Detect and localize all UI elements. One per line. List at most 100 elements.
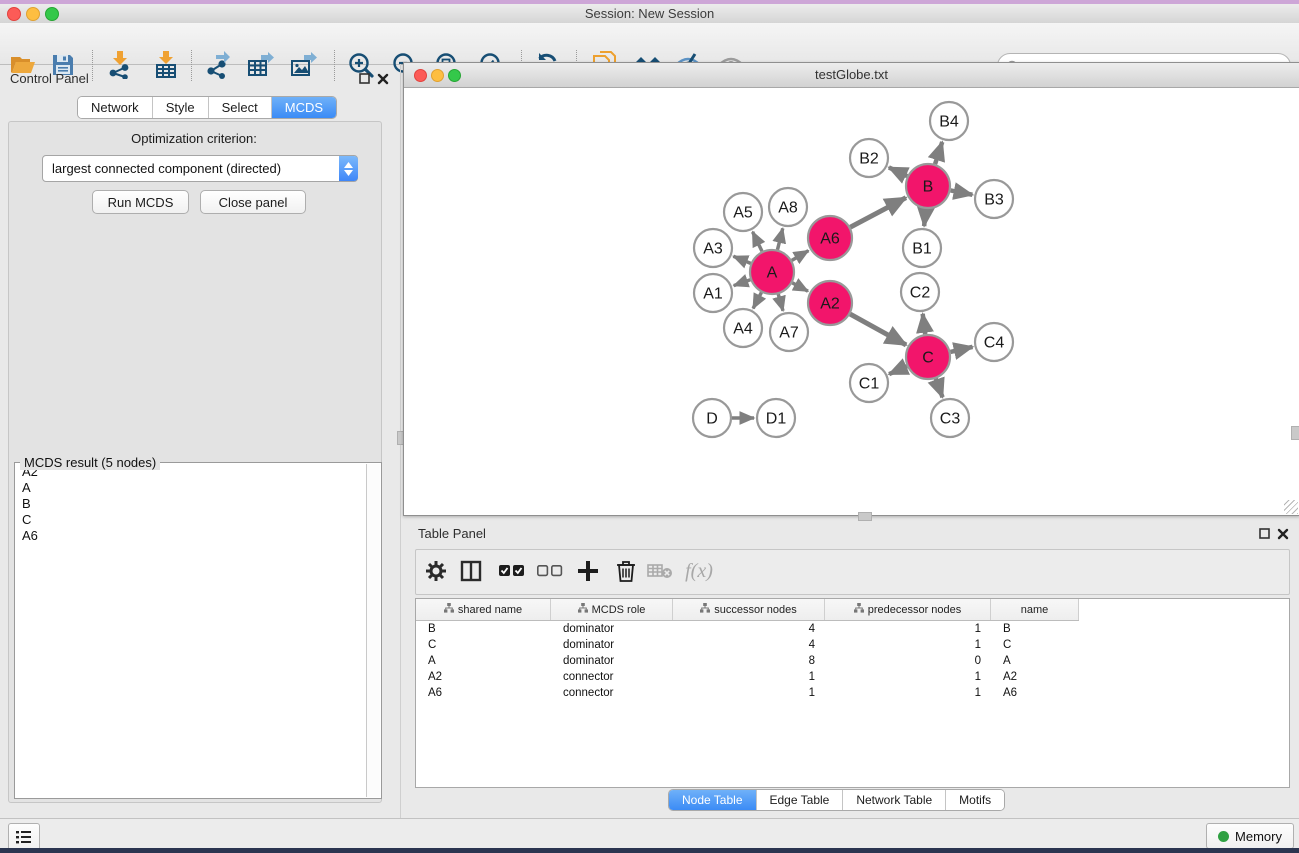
tab-motifs[interactable]: Motifs <box>945 790 1004 810</box>
add-column-icon[interactable] <box>573 556 603 586</box>
toolbar-separator <box>191 50 192 81</box>
edge-B-B1[interactable] <box>924 209 926 226</box>
tab-edge-table[interactable]: Edge Table <box>756 790 843 810</box>
window-resize-grip[interactable] <box>1284 500 1298 514</box>
edge-C-C3[interactable] <box>936 379 943 398</box>
edge-A-A5[interactable] <box>753 232 762 251</box>
task-history-button[interactable] <box>8 823 40 851</box>
tab-network-table[interactable]: Network Table <box>842 790 945 810</box>
edge-A-A7[interactable] <box>778 294 783 311</box>
result-scrollbar[interactable] <box>366 464 380 797</box>
table-row[interactable]: A6connector11A6 <box>416 685 1289 701</box>
tab-network[interactable]: Network <box>78 97 152 118</box>
node-label-B1: B1 <box>912 241 932 258</box>
deselect-all-icon[interactable] <box>535 556 565 586</box>
cell-name: A6 <box>991 687 1079 699</box>
memory-button[interactable]: Memory <box>1206 823 1294 849</box>
delete-table-icon[interactable] <box>645 556 675 586</box>
table-row[interactable]: Bdominator41B <box>416 621 1289 637</box>
table-row[interactable]: Adominator80A <box>416 653 1289 669</box>
node-label-C2: C2 <box>910 285 931 302</box>
export-table-icon[interactable] <box>244 48 278 82</box>
network-graph[interactable]: AA5A8A3A1A4A7A6A2BB4B2B3B1CC2C4C1C3DD1 <box>404 88 1297 514</box>
edge-C-C2[interactable] <box>923 314 926 334</box>
column-header-shared-name[interactable]: shared name <box>416 599 551 620</box>
cell-shared_name: B <box>416 623 551 635</box>
main-toolbar <box>0 23 1299 65</box>
edge-A2-C[interactable] <box>850 314 906 345</box>
node-label-D1: D1 <box>766 411 787 428</box>
network-window-titlebar: testGlobe.txt <box>404 63 1299 88</box>
result-item[interactable]: A <box>16 480 367 496</box>
edge-C-C1[interactable] <box>889 366 907 374</box>
list-icon <box>16 830 32 844</box>
select-all-check-icon[interactable] <box>497 556 527 586</box>
edge-A-A6[interactable] <box>792 251 809 261</box>
node-label-B4: B4 <box>939 114 959 131</box>
network-canvas[interactable]: AA5A8A3A1A4A7A6A2BB4B2B3B1CC2C4C1C3DD1 <box>404 88 1299 515</box>
column-header-MCDS-role[interactable]: MCDS role <box>551 599 673 620</box>
cell-predecessor_nodes: 1 <box>825 623 991 635</box>
run-mcds-button[interactable]: Run MCDS <box>92 190 189 214</box>
close-panel-icon[interactable] <box>377 72 389 84</box>
cell-successor_nodes: 1 <box>673 687 825 699</box>
cell-shared_name: A2 <box>416 671 551 683</box>
edge-B-B2[interactable] <box>889 167 907 176</box>
edge-A-A8[interactable] <box>777 228 782 249</box>
criterion-dropdown[interactable]: largest connected component (directed) <box>42 155 358 182</box>
tab-node-table[interactable]: Node Table <box>669 790 756 810</box>
table-float-panel-icon[interactable] <box>1259 527 1271 539</box>
edge-A-A3[interactable] <box>733 256 750 263</box>
import-table-icon[interactable] <box>149 48 183 82</box>
edge-A-A1[interactable] <box>734 280 751 286</box>
cell-shared_name: A6 <box>416 687 551 699</box>
tab-style[interactable]: Style <box>152 97 208 118</box>
result-item[interactable]: C <box>16 512 367 528</box>
table-close-panel-icon[interactable] <box>1277 527 1289 539</box>
network-view-window: testGlobe.txt AA5A8A3A1A4A7A6A2BB4B2B3B1… <box>403 62 1299 516</box>
table-row[interactable]: A2connector11A2 <box>416 669 1289 685</box>
right-edge-handle[interactable] <box>1291 426 1299 440</box>
cell-predecessor_nodes: 1 <box>825 639 991 651</box>
import-network-icon[interactable] <box>103 48 137 82</box>
node-label-A3: A3 <box>703 241 723 258</box>
node-label-C4: C4 <box>984 335 1005 352</box>
export-image-icon[interactable] <box>287 48 321 82</box>
node-label-C3: C3 <box>940 411 961 428</box>
table-row[interactable]: Cdominator41C <box>416 637 1289 653</box>
node-label-A2: A2 <box>820 296 840 313</box>
horizontal-splitter-handle[interactable] <box>858 512 872 521</box>
table-tabs: Node TableEdge TableNetwork TableMotifs <box>668 789 1005 811</box>
node-label-B2: B2 <box>859 151 879 168</box>
optimization-criterion-label: Optimization criterion: <box>8 131 380 146</box>
edge-A-A4[interactable] <box>753 292 761 308</box>
delete-icon[interactable] <box>611 556 641 586</box>
edge-A-A2[interactable] <box>792 283 808 291</box>
edge-C-C4[interactable] <box>950 347 972 352</box>
column-header-successor-nodes[interactable]: successor nodes <box>673 599 825 620</box>
function-builder-icon[interactable]: f(x) <box>684 556 714 586</box>
shared-column-icon <box>700 603 710 616</box>
column-header-predecessor-nodes[interactable]: predecessor nodes <box>825 599 991 620</box>
tab-mcds[interactable]: MCDS <box>271 97 336 118</box>
float-panel-icon[interactable] <box>359 72 371 84</box>
edge-B-B3[interactable] <box>951 190 973 194</box>
column-layout-icon[interactable] <box>456 556 486 586</box>
export-network-icon[interactable] <box>201 48 235 82</box>
close-panel-button[interactable]: Close panel <box>200 190 306 214</box>
node-label-C: C <box>922 350 934 367</box>
table-rows: Bdominator41BCdominator41CAdominator80AA… <box>416 621 1289 701</box>
status-bar: Memory <box>0 818 1299 849</box>
column-header-name[interactable]: name <box>991 599 1079 620</box>
tab-select[interactable]: Select <box>208 97 271 118</box>
edge-B-B4[interactable] <box>935 142 942 164</box>
cell-name: C <box>991 639 1079 651</box>
result-item[interactable]: A6 <box>16 528 367 544</box>
gear-icon[interactable] <box>421 556 451 586</box>
cell-mcds_role: dominator <box>551 623 673 635</box>
cell-name: B <box>991 623 1079 635</box>
result-item[interactable]: B <box>16 496 367 512</box>
session-title: Session: New Session <box>0 6 1299 21</box>
edge-A6-B[interactable] <box>850 198 906 228</box>
mcds-result-list[interactable]: A2ABCA6 <box>16 464 367 797</box>
